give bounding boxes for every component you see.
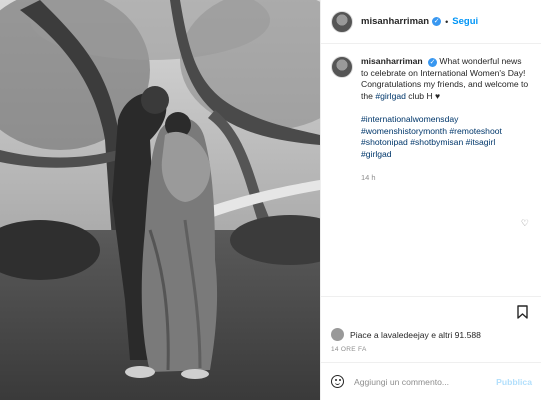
likes-summary[interactable]: Piace a lavaledeejay e altri 91.588: [331, 328, 481, 341]
separator-dot: •: [445, 16, 449, 27]
verified-badge-icon: ✓: [428, 58, 438, 67]
caption-comment: misanharriman ✓ What wonderful news to c…: [321, 44, 541, 184]
caption-username[interactable]: misanharriman: [361, 56, 423, 66]
avatar[interactable]: [331, 10, 353, 33]
hashtag-link[interactable]: #shotonipad #shotbymisan #itsagirl: [361, 137, 495, 147]
post-sidebar: misanharriman ✓ • Segui misanharriman ✓ …: [320, 0, 541, 400]
heart-icon[interactable]: ♡: [521, 218, 529, 229]
username[interactable]: misanharriman: [361, 16, 429, 27]
follow-button[interactable]: Segui: [452, 16, 478, 27]
add-comment-bar: Pubblica: [321, 362, 541, 400]
bookmark-icon[interactable]: [517, 305, 528, 319]
liker-avatar: [331, 328, 344, 341]
action-bar: [321, 296, 541, 327]
publish-button[interactable]: Pubblica: [496, 377, 532, 387]
photo-illustration: [0, 0, 320, 400]
post-date: 14 ORE FA: [331, 346, 367, 353]
hashtag-link[interactable]: #girlgad: [361, 149, 392, 159]
post-photo[interactable]: [0, 0, 320, 400]
hashtag-link[interactable]: #womenshistorymonth #remoteshoot: [361, 126, 502, 136]
comment-input[interactable]: [352, 375, 496, 388]
emoji-icon[interactable]: [331, 375, 344, 388]
hashtag-link[interactable]: #girlgad: [375, 91, 406, 101]
caption-text: misanharriman ✓ What wonderful news to c…: [361, 56, 531, 184]
hashtag-link[interactable]: #internationalwomensday: [361, 114, 458, 124]
post-header: misanharriman ✓ • Segui: [321, 0, 541, 44]
likes-text: Piace a lavaledeejay e altri 91.588: [350, 329, 481, 340]
verified-badge-icon: ✓: [432, 17, 442, 26]
caption-body-end: club H ♥: [405, 90, 441, 101]
instagram-post: misanharriman ✓ • Segui misanharriman ✓ …: [0, 0, 541, 400]
caption-avatar[interactable]: [331, 56, 353, 78]
caption-time: 14 h: [361, 173, 376, 183]
